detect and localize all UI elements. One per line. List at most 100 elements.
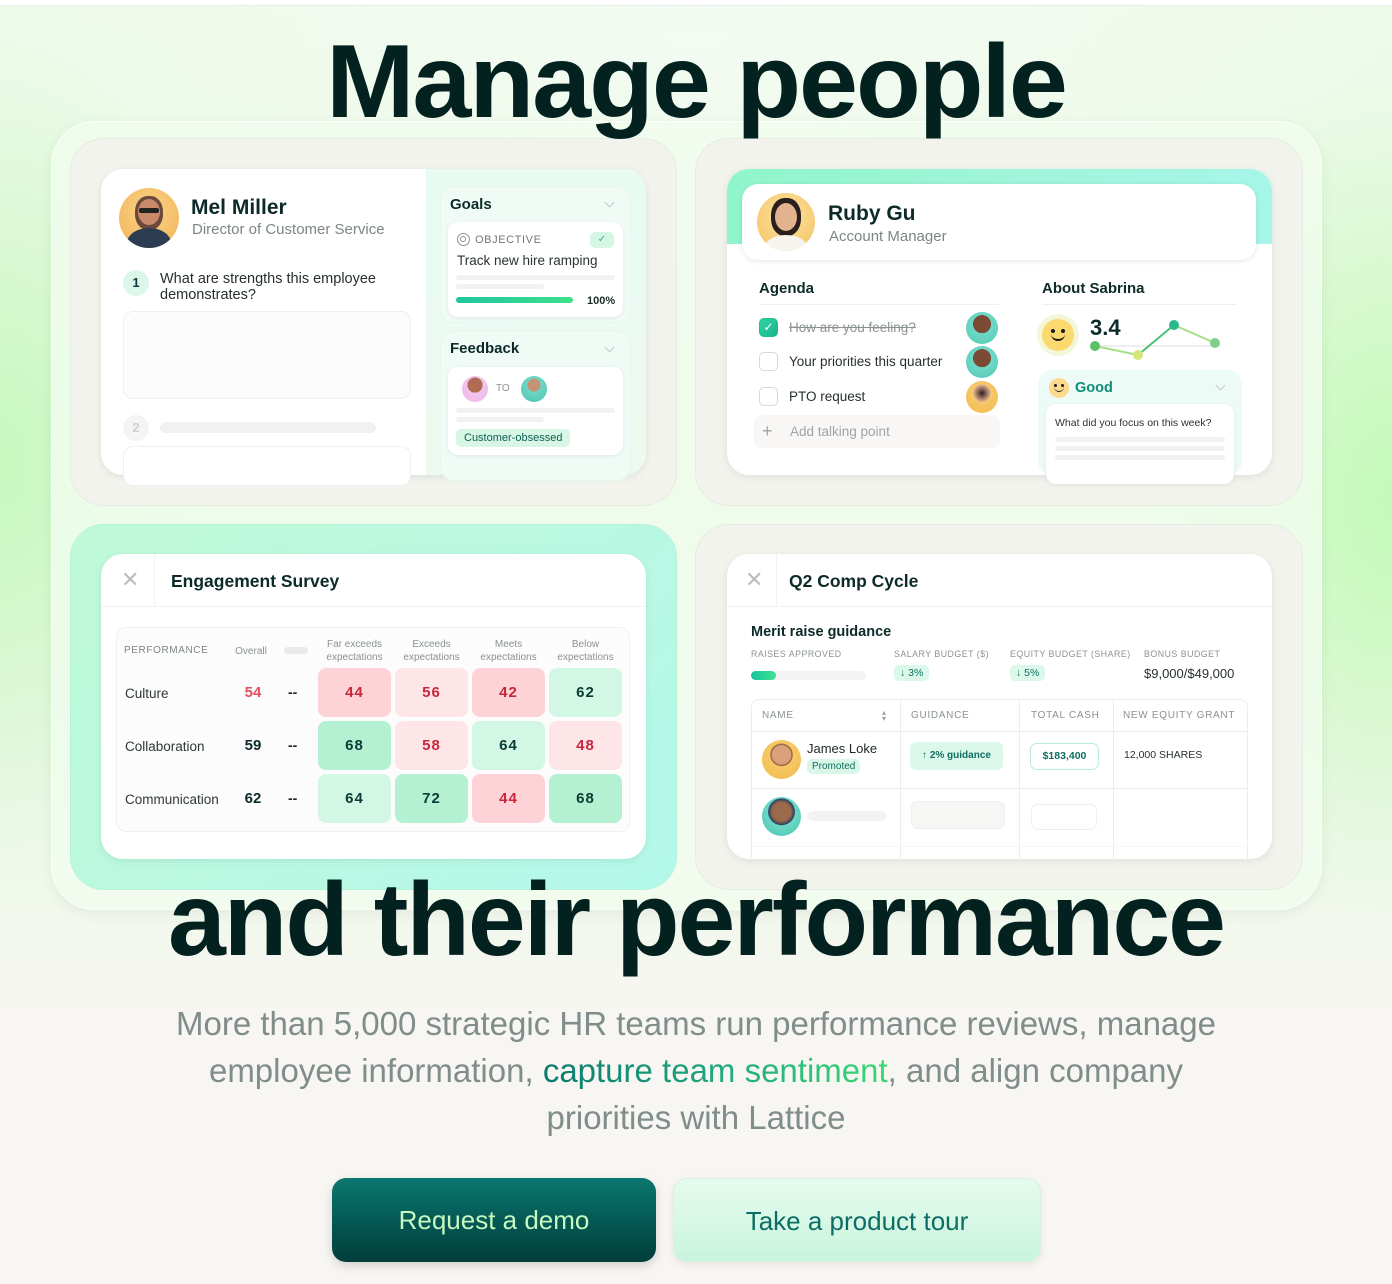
skeleton-line [456, 284, 544, 289]
equity-grant-value: 12,000 SHARES [1124, 749, 1203, 761]
request-demo-button[interactable]: Request a demo [332, 1178, 656, 1262]
heatmap-cell: 64 [472, 721, 545, 770]
guidance-placeholder [911, 801, 1005, 829]
survey-title: Engagement Survey [171, 571, 340, 591]
checkin-question-card[interactable] [1046, 404, 1234, 484]
target-icon [457, 233, 470, 246]
answer-textarea-2[interactable] [123, 446, 411, 486]
total-cash-placeholder[interactable] [1031, 804, 1097, 830]
manager-name: Ruby Gu [828, 202, 916, 225]
sparkline-segment [1137, 324, 1175, 356]
row-divider [752, 731, 1247, 732]
answer-textarea[interactable] [123, 311, 411, 399]
sparkline-segment [1173, 324, 1216, 344]
smiley-icon [1042, 319, 1074, 351]
heatmap-cell: 68 [549, 774, 622, 823]
feedback-to-label: TO [496, 383, 510, 394]
sentiment-sparkline [1090, 320, 1220, 360]
hero-title-line1: Manage people [326, 24, 1068, 140]
agenda-checkbox-1[interactable]: ✓ [759, 318, 778, 337]
heatmap-cell: 56 [395, 668, 468, 717]
column-header: Exceeds expectations [403, 639, 460, 663]
feedback-title: Feedback [450, 340, 520, 357]
agenda-title: Agenda [759, 280, 815, 297]
promoted-badge: Promoted [807, 759, 861, 774]
header-placeholder [284, 647, 308, 654]
heatmap-cell: 44 [472, 774, 545, 823]
sparkline-point [1090, 341, 1100, 351]
overall-score: 62 [244, 790, 262, 807]
avatar-mel-miller [119, 188, 179, 248]
sparkline-point [1169, 320, 1179, 330]
heatmap-cell: 64 [318, 774, 391, 823]
row-divider [752, 846, 1247, 847]
performance-header: PERFORMANCE [124, 645, 209, 656]
empty-value: -- [288, 737, 298, 753]
heatmap-cell: 72 [395, 774, 468, 823]
overall-score: 59 [244, 737, 262, 754]
heatmap-cell: 58 [395, 721, 468, 770]
column-header-name[interactable]: NAME [762, 710, 794, 721]
product-tour-button[interactable]: Take a product tour [673, 1178, 1041, 1262]
employee-name[interactable]: James Loke [807, 741, 877, 756]
checkin-question: What did you focus on this week? [1055, 417, 1212, 429]
row-label: Collaboration [125, 739, 205, 754]
column-divider [1113, 700, 1114, 863]
goal-progress-fill [456, 297, 573, 303]
skeleton-line [1055, 455, 1225, 460]
skeleton-line [1055, 446, 1225, 451]
employee-title: Director of Customer Service [192, 221, 385, 238]
column-header-total-cash: TOTAL CASH [1031, 710, 1100, 721]
avatar-feedback-receiver [521, 376, 547, 402]
column-divider [900, 700, 901, 863]
one-on-one-header [742, 184, 1256, 260]
salary-label: SALARY BUDGET ($) [894, 649, 990, 659]
equity-value: ↓ 5% [1010, 665, 1046, 681]
question-number: 1 [123, 270, 149, 296]
question-placeholder [160, 422, 376, 433]
empty-value: -- [288, 790, 298, 806]
skeleton-line [456, 417, 544, 422]
smiley-icon [1049, 378, 1069, 398]
agenda-item-1[interactable]: How are you feeling? [789, 320, 916, 335]
avatar-employee [762, 797, 801, 836]
raises-progress-track [751, 671, 866, 680]
objective-name: Track new hire ramping [457, 253, 598, 268]
row-label: Communication [125, 792, 219, 807]
overall-header: Overall [235, 646, 267, 657]
close-icon[interactable]: ✕ [745, 567, 763, 593]
check-icon: ✓ [590, 232, 614, 248]
skeleton-line [456, 275, 615, 280]
sort-icon[interactable]: ▴ ▾ [882, 709, 886, 723]
mood-label: Good [1075, 380, 1113, 396]
agenda-checkbox-3[interactable] [759, 387, 778, 406]
overall-score: 54 [244, 684, 262, 701]
skeleton-line [1055, 437, 1225, 442]
salary-value: ↓ 3% [894, 665, 930, 681]
column-header-guidance: GUIDANCE [911, 710, 970, 721]
name-placeholder [807, 811, 886, 821]
goals-title: Goals [450, 196, 492, 213]
avatar-feedback-giver [462, 376, 488, 402]
agenda-item-2[interactable]: Your priorities this quarter [789, 354, 942, 369]
question-text: What are strengths this employee demonst… [160, 271, 376, 303]
divider [776, 554, 777, 607]
sparkline-segment [1094, 345, 1139, 356]
avatar-item-owner [966, 381, 998, 413]
employee-name: Mel Miller [191, 196, 287, 219]
close-icon[interactable]: ✕ [121, 567, 139, 593]
column-header: Below expectations [557, 639, 614, 663]
column-header-equity: NEW EQUITY GRANT [1123, 710, 1236, 721]
avatar-item-owner [966, 312, 998, 344]
agenda-item-3[interactable]: PTO request [789, 389, 865, 404]
goal-progress-text: 100% [587, 295, 616, 307]
lead-highlight-link[interactable]: capture team sentiment [543, 1052, 888, 1089]
avatar-ruby-gu [757, 193, 815, 251]
heatmap-cell: 62 [549, 668, 622, 717]
total-cash-input[interactable]: $183,400 [1030, 743, 1099, 770]
row-divider [752, 788, 1247, 789]
agenda-checkbox-2[interactable] [759, 352, 778, 371]
guidance-pill: ↑ 2% guidance [910, 742, 1003, 770]
divider [154, 554, 155, 607]
divider [1042, 304, 1237, 305]
